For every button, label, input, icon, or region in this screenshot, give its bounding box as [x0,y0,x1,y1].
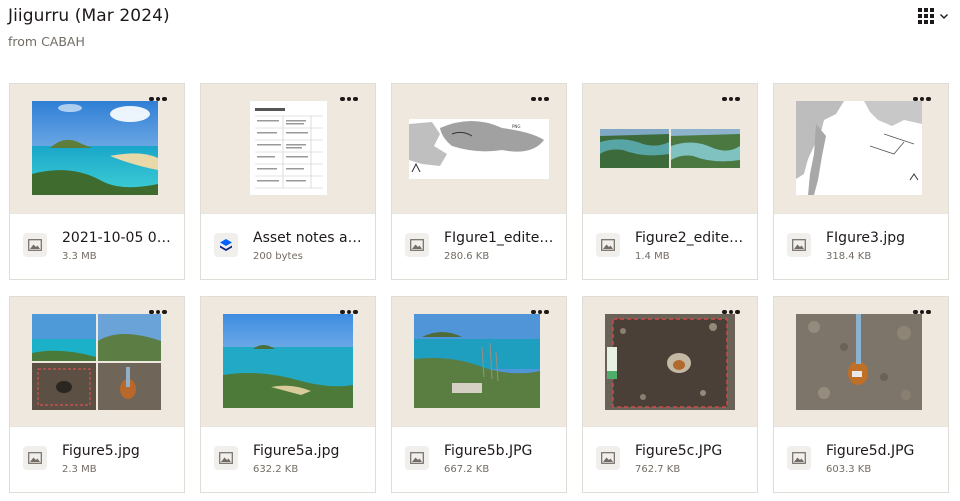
file-thumbnail [201,84,375,213]
grid-view-icon [918,8,934,24]
file-size: 3.3 MB [62,251,97,262]
file-size: 318.4 KB [826,251,872,262]
file-thumbnail [774,297,948,426]
file-name: FIgure1_edited.... [444,230,560,246]
file-name: FIgure3.jpg [826,230,906,246]
file-size: 632.2 KB [253,464,299,475]
file-name: Figure5b.JPG [444,443,533,459]
file-size: 1.4 MB [635,251,670,262]
file-size: 762.7 KB [635,464,681,475]
more-options-button[interactable] [530,92,550,106]
file-thumbnail [201,297,375,426]
more-options-button[interactable] [339,305,359,319]
more-options-button[interactable] [148,305,168,319]
file-size: 2.3 MB [62,464,97,475]
file-thumbnail [10,84,184,213]
file-tile[interactable]: Figure2_edited.... 1.4 MB [582,83,758,280]
more-options-button[interactable] [912,305,932,319]
chevron-down-icon [940,14,948,19]
image-file-icon [23,446,47,470]
file-tile[interactable]: Figure5c.JPG 762.7 KB [582,296,758,493]
svg-text:PNG: PNG [512,124,521,129]
file-size: 667.2 KB [444,464,490,475]
file-thumbnail [583,297,757,426]
file-name: Asset notes an... [253,230,369,246]
page-subtitle: from CABAH [8,34,85,49]
more-options-button[interactable] [530,305,550,319]
view-toggle-button[interactable] [918,6,956,26]
file-thumbnail [583,84,757,213]
file-thumbnail [392,297,566,426]
file-tile[interactable]: Figure5.jpg 2.3 MB [9,296,185,493]
image-file-icon [405,233,429,257]
file-tile[interactable]: Figure5d.JPG 603.3 KB [773,296,949,493]
image-file-icon [787,233,811,257]
file-tile[interactable]: 2021-10-05 08.... 3.3 MB [9,83,185,280]
more-options-button[interactable] [148,92,168,106]
file-name: 2021-10-05 08.... [62,230,178,246]
file-size: 200 bytes [253,251,303,262]
page-header: Jiigurru (Mar 2024) from CABAH [8,6,170,49]
more-options-button[interactable] [721,92,741,106]
image-file-icon [405,446,429,470]
file-tile[interactable]: FIgure3.jpg 318.4 KB [773,83,949,280]
file-name: Figure5.jpg [62,443,140,459]
more-options-button[interactable] [721,305,741,319]
file-thumbnail [774,84,948,213]
file-name: Figure5d.JPG [826,443,915,459]
file-tile[interactable]: Figure5a.jpg 632.2 KB [200,296,376,493]
more-options-button[interactable] [339,92,359,106]
image-file-icon [596,446,620,470]
file-name: Figure5a.jpg [253,443,340,459]
file-tile[interactable]: PNG FIgure1_edited.... 280.6 KB [391,83,567,280]
file-size: 603.3 KB [826,464,872,475]
document-file-icon [214,233,238,257]
image-file-icon [214,446,238,470]
more-options-button[interactable] [912,92,932,106]
file-tile[interactable]: Asset notes an... 200 bytes [200,83,376,280]
image-file-icon [596,233,620,257]
page-title: Jiigurru (Mar 2024) [8,6,170,26]
image-file-icon [787,446,811,470]
file-tile[interactable]: Figure5b.JPG 667.2 KB [391,296,567,493]
file-size: 280.6 KB [444,251,490,262]
file-name: Figure5c.JPG [635,443,723,459]
file-thumbnail: PNG [392,84,566,213]
image-file-icon [23,233,47,257]
file-thumbnail [10,297,184,426]
file-name: Figure2_edited.... [635,230,751,246]
